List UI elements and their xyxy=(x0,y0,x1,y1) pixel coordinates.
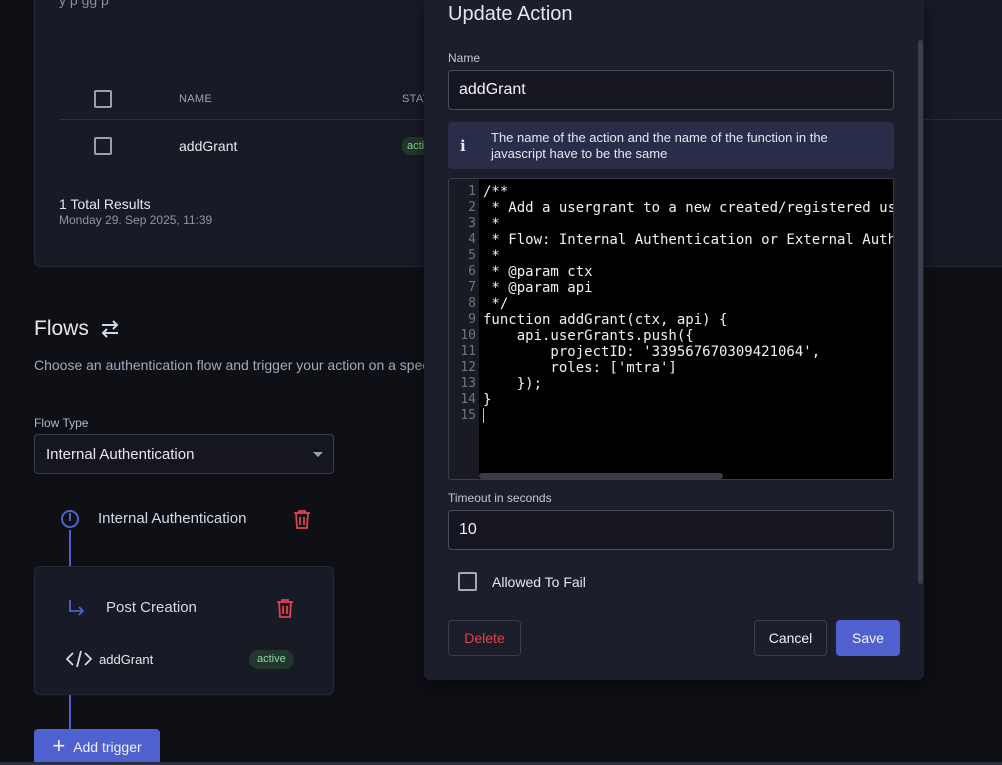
line-number: 5 xyxy=(468,248,476,263)
flow-type-value: Internal Authentication xyxy=(46,446,195,463)
timeout-input[interactable] xyxy=(448,510,894,550)
flow-node-label: Internal Authentication xyxy=(98,510,247,527)
allowed-to-fail-label: Allowed To Fail xyxy=(492,573,586,590)
add-trigger-button[interactable]: + Add trigger xyxy=(34,729,160,765)
table-row-name[interactable]: addGrant xyxy=(179,138,237,154)
trigger-label: Post Creation xyxy=(106,599,197,616)
plus-icon: + xyxy=(52,733,66,758)
flow-type-label: Flow Type xyxy=(34,416,89,430)
line-number: 9 xyxy=(468,312,476,327)
total-results: 1 Total Results xyxy=(59,196,151,212)
line-number: 6 xyxy=(468,264,476,279)
trigger-card xyxy=(34,566,334,695)
trash-icon[interactable] xyxy=(276,598,294,618)
dialog-title: Update Action xyxy=(448,3,573,25)
results-timestamp: Monday 29. Sep 2025, 11:39 xyxy=(59,213,213,227)
status-badge: active xyxy=(249,650,294,669)
code-line[interactable]: * Add a usergrant to a new created/regis… xyxy=(483,200,893,216)
code-line[interactable]: /** xyxy=(483,184,893,200)
line-number: 2 xyxy=(468,200,476,215)
allowed-to-fail-row[interactable]: Allowed To Fail xyxy=(458,572,586,591)
code-line[interactable]: * @param api xyxy=(483,280,893,296)
return-arrow-icon xyxy=(69,600,85,616)
flows-heading: Flows xyxy=(34,317,121,341)
actions-card-subtitle: y p gg p xyxy=(59,0,109,8)
code-line[interactable]: * xyxy=(483,216,893,232)
code-line[interactable] xyxy=(483,408,893,424)
action-name[interactable]: addGrant xyxy=(99,652,153,667)
flows-title: Flows xyxy=(34,317,89,340)
add-trigger-label: Add trigger xyxy=(73,739,142,755)
code-line[interactable]: api.userGrants.push({ xyxy=(483,328,893,344)
line-number: 4 xyxy=(468,232,476,247)
flow-type-select[interactable]: Internal Authentication xyxy=(34,434,334,474)
horizontal-scrollbar[interactable] xyxy=(479,473,723,479)
name-input[interactable] xyxy=(448,70,894,110)
code-line[interactable]: * Flow: Internal Authentication or Exter… xyxy=(483,232,893,248)
select-all-checkbox[interactable] xyxy=(94,90,112,108)
code-icon xyxy=(66,650,92,668)
dialog-scrollbar[interactable] xyxy=(918,40,923,584)
code-line[interactable]: } xyxy=(483,392,893,408)
code-content[interactable]: /** * Add a usergrant to a new created/r… xyxy=(483,184,893,424)
line-number: 1 xyxy=(468,184,476,199)
flow-node-icon xyxy=(61,510,79,528)
flow-connector xyxy=(69,530,71,570)
line-number: 11 xyxy=(460,344,476,359)
name-label: Name xyxy=(448,51,481,65)
line-number: 3 xyxy=(468,216,476,231)
column-header-name: NAME xyxy=(179,93,212,105)
line-number: 15 xyxy=(460,408,476,423)
text-cursor xyxy=(483,408,484,423)
code-line[interactable]: }); xyxy=(483,376,893,392)
row-checkbox[interactable] xyxy=(94,137,112,155)
line-number: 14 xyxy=(460,392,476,407)
info-icon: i xyxy=(460,137,466,155)
line-number: 10 xyxy=(460,328,476,343)
info-text: The name of the action and the name of t… xyxy=(491,130,828,161)
flow-connector xyxy=(69,695,71,730)
code-line[interactable]: * xyxy=(483,248,893,264)
cancel-button[interactable]: Cancel xyxy=(754,620,827,656)
code-line[interactable]: roles: ['mtra'] xyxy=(483,360,893,376)
chevron-down-icon xyxy=(313,452,323,457)
code-editor[interactable]: 1 2 3 4 5 6 7 8 9 10 11 12 13 14 15 /** * Add a usergr… xyxy=(448,178,894,480)
trash-icon[interactable] xyxy=(293,509,311,529)
line-number: 13 xyxy=(460,376,476,391)
line-numbers: 1 2 3 4 5 6 7 8 9 10 11 12 13 14 15 xyxy=(449,184,476,424)
line-number: 8 xyxy=(468,296,476,311)
code-line[interactable]: function addGrant(ctx, api) { xyxy=(483,312,893,328)
line-number: 7 xyxy=(468,280,476,295)
delete-button[interactable]: Delete xyxy=(448,620,521,656)
line-number: 12 xyxy=(460,360,476,375)
swap-arrows-icon xyxy=(101,320,119,338)
save-button[interactable]: Save xyxy=(836,620,900,656)
code-line[interactable]: * @param ctx xyxy=(483,264,893,280)
timeout-label: Timeout in seconds xyxy=(448,491,552,505)
flows-description: Choose an authentication flow and trigge… xyxy=(34,357,433,373)
code-line[interactable]: */ xyxy=(483,296,893,312)
allowed-to-fail-checkbox[interactable] xyxy=(458,572,477,591)
code-line[interactable]: projectID: '339567670309421064', xyxy=(483,344,893,360)
